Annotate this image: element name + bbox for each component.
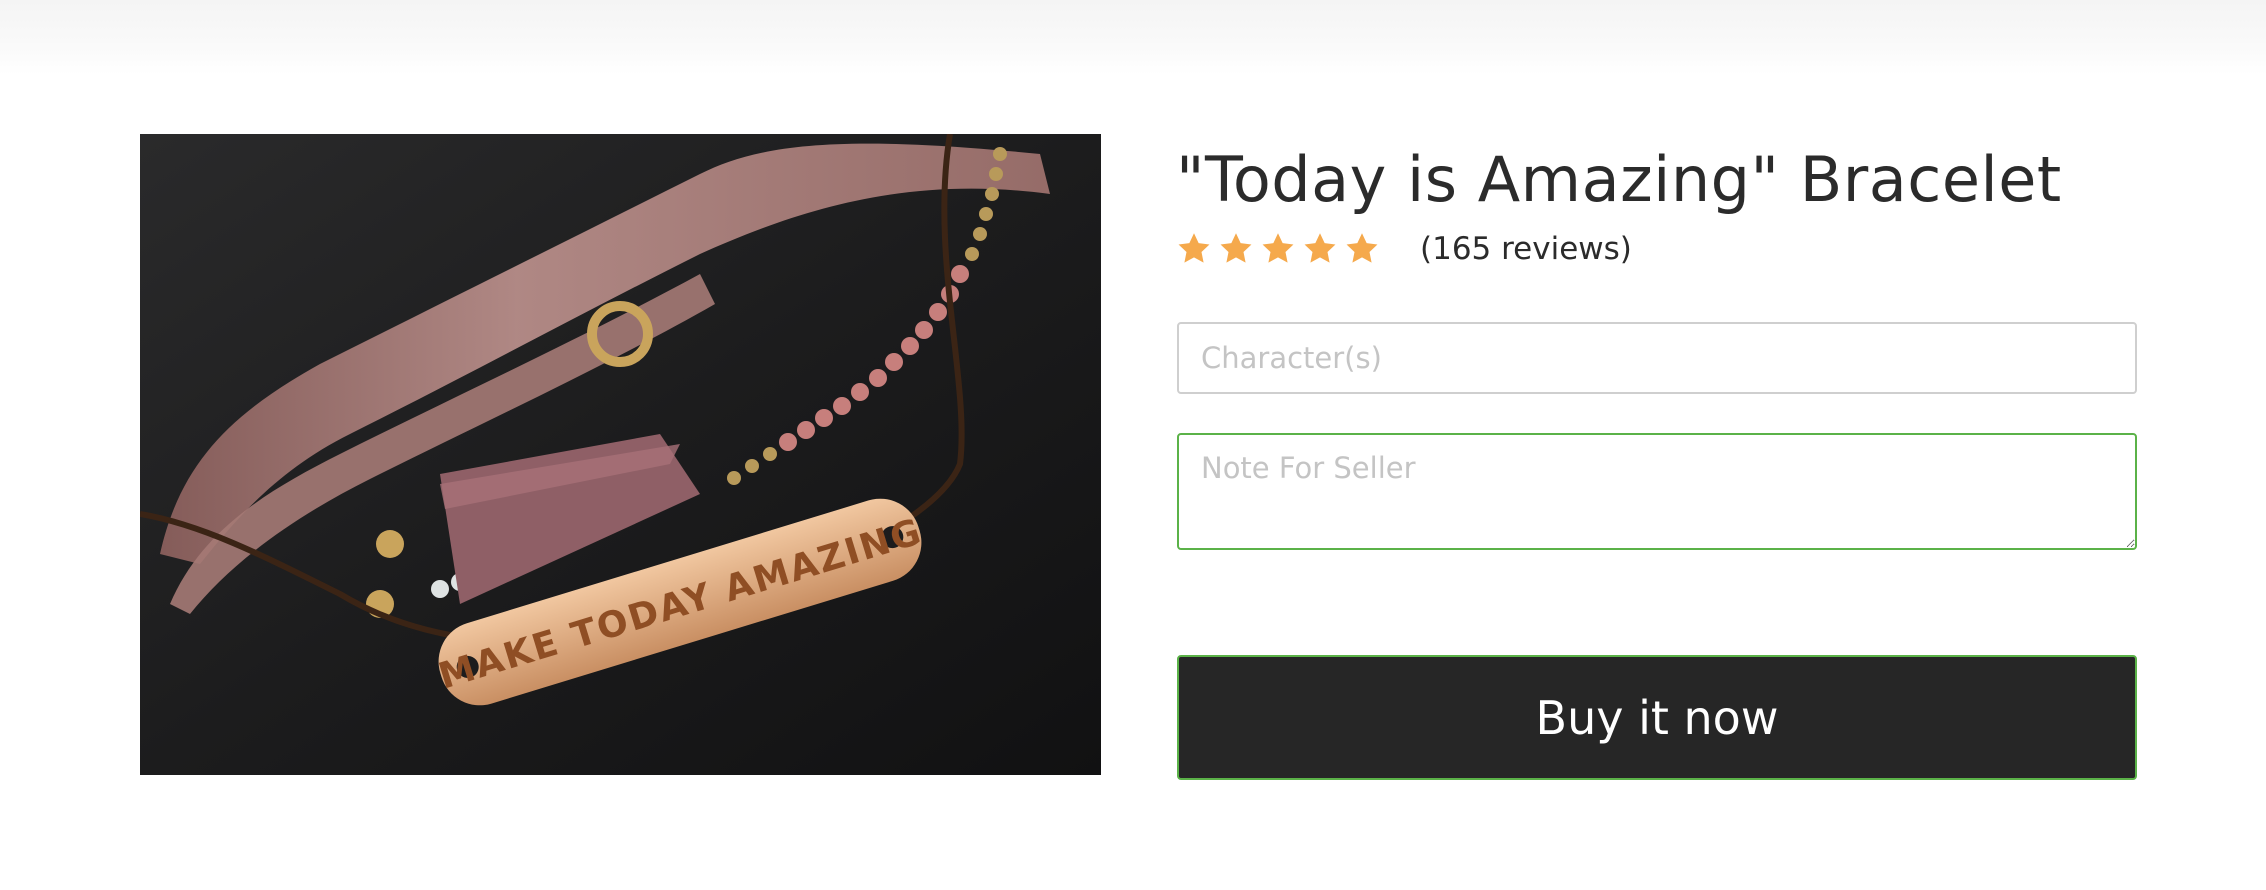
bracelet-photo: MAKE TODAY AMAZING bbox=[140, 134, 1101, 775]
product-image: MAKE TODAY AMAZING bbox=[140, 134, 1101, 775]
star-icon bbox=[1304, 233, 1336, 263]
product-title: "Today is Amazing" Bracelet bbox=[1176, 143, 2062, 216]
note-for-seller-textarea[interactable] bbox=[1177, 433, 2137, 550]
header-shadow bbox=[0, 0, 2266, 75]
star-icon bbox=[1262, 233, 1294, 263]
star-icon bbox=[1346, 233, 1378, 263]
buy-it-now-button[interactable]: Buy it now bbox=[1177, 655, 2137, 780]
rating-row[interactable]: (165 reviews) bbox=[1176, 226, 1632, 272]
review-count[interactable]: (165 reviews) bbox=[1420, 231, 1632, 267]
characters-input[interactable] bbox=[1177, 322, 2137, 394]
star-icon bbox=[1220, 233, 1252, 263]
star-rating bbox=[1176, 231, 1380, 267]
star-icon bbox=[1178, 233, 1210, 263]
